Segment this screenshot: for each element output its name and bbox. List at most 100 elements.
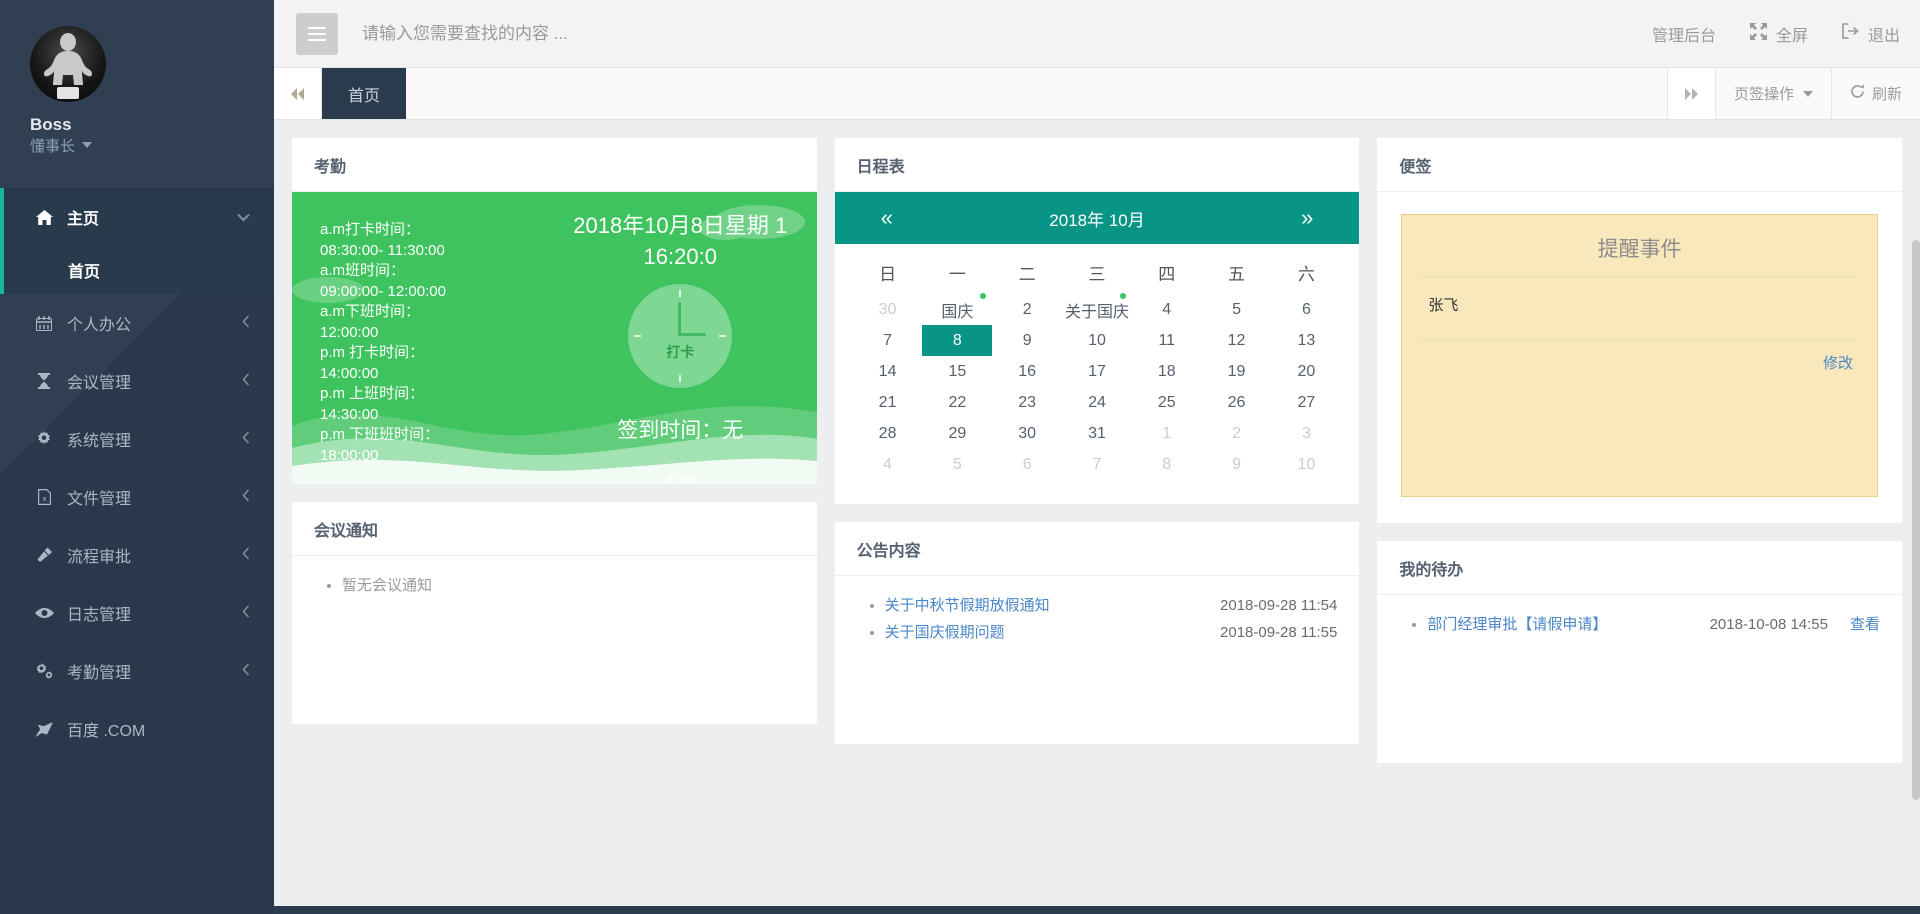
calendar-day-cell[interactable]: 20 <box>1271 356 1341 387</box>
calendar-day-cell[interactable]: 15 <box>922 356 992 387</box>
calendar-day-cell[interactable]: 22 <box>922 387 992 418</box>
calendar-day-cell[interactable]: 关于国庆 <box>1062 293 1132 325</box>
calendar-day-label: 3 <box>1301 424 1311 442</box>
calendar-day-cell[interactable]: 9 <box>992 325 1062 356</box>
calendar-day-cell[interactable]: 6 <box>992 449 1062 480</box>
page-scrollbar-thumb[interactable] <box>1912 240 1920 800</box>
calendar-day-cell[interactable]: 26 <box>1202 387 1272 418</box>
search-input[interactable] <box>362 23 1652 44</box>
calendar-day-cell[interactable]: 4 <box>853 449 923 480</box>
calendar-day-cell[interactable]: 14 <box>853 356 923 387</box>
calendar-day-label: 9 <box>1022 331 1032 349</box>
sidebar-item-process-approval[interactable]: 流程审批 <box>0 526 274 584</box>
sidebar-item-attendance-mgmt-row[interactable]: 考勤管理 <box>0 642 274 700</box>
tab-index[interactable]: 首页 <box>322 68 407 119</box>
calendar-day-cell[interactable]: 2 <box>1202 418 1272 449</box>
calendar-day-label: 19 <box>1227 362 1246 380</box>
announcement-link[interactable]: 关于国庆假期问题 <box>885 619 1005 646</box>
calendar-day-cell[interactable]: 3 <box>1271 418 1341 449</box>
calendar-day-cell[interactable]: 国庆 <box>922 293 992 325</box>
calendar-table: 日 一 二 三 四 五 六 30 国庆 2 关于国庆 4 5 6 7 8 9 1… <box>853 250 1342 480</box>
calendar-day-cell[interactable]: 2 <box>992 294 1062 325</box>
calendar-day-cell[interactable]: 1 <box>1132 418 1202 449</box>
punch-clock-button[interactable]: 打卡 <box>628 284 733 388</box>
calendar-day-cell[interactable]: 7 <box>1062 449 1132 480</box>
sidebar-subitem-index[interactable]: 首页 <box>4 246 274 294</box>
calendar-day-cell[interactable]: 17 <box>1062 356 1132 387</box>
calendar-day-cell[interactable]: 31 <box>1062 418 1132 449</box>
sidebar-item-home[interactable]: 主页 首页 <box>0 188 274 294</box>
calendar-day-cell[interactable]: 10 <box>1271 449 1341 480</box>
calendar-day-cell[interactable]: 24 <box>1062 387 1132 418</box>
tab-operations-dropdown[interactable]: 页签操作 <box>1714 68 1831 119</box>
calendar-day-cell[interactable]: 5 <box>1202 294 1272 325</box>
calendar-day-cell[interactable]: 12 <box>1202 325 1272 356</box>
calendar-day-cell[interactable]: 7 <box>853 325 923 356</box>
calendar-day-label: 23 <box>1018 393 1037 411</box>
double-chevron-right-icon[interactable] <box>1666 68 1715 119</box>
calendar-day-cell[interactable]: 10 <box>1062 325 1132 356</box>
sidebar-item-baidu-row[interactable]: 百度 .COM <box>0 700 274 758</box>
calendar-day-label: 关于国庆 <box>1062 293 1132 325</box>
calendar-day-cell[interactable]: 4 <box>1132 294 1202 325</box>
sidebar-item-process-approval-row[interactable]: 流程审批 <box>0 526 274 584</box>
calendar-day-cell[interactable]: 8 <box>922 325 993 356</box>
calendar-day-cell[interactable]: 19 <box>1202 356 1272 387</box>
calendar-rows: 30 国庆 2 关于国庆 4 5 6 7 8 9 10 11 12 13 14 15 16 17 18 19 20 21 2… <box>853 293 1342 480</box>
calendar-day-label: 26 <box>1227 393 1246 411</box>
sidebar-item-file-mgmt[interactable]: x 文件管理 <box>0 468 274 526</box>
calendar-day-cell[interactable]: 23 <box>992 387 1062 418</box>
calendar-day-cell[interactable]: 25 <box>1132 387 1202 418</box>
admin-console-link[interactable]: 管理后台 <box>1652 22 1716 46</box>
calendar-day-label: 15 <box>948 362 967 380</box>
calendar-day-cell[interactable]: 16 <box>992 356 1062 387</box>
calendar-day-cell[interactable]: 11 <box>1132 325 1202 356</box>
fullscreen-button[interactable]: 全屏 <box>1749 22 1808 46</box>
calendar-day-cell[interactable]: 29 <box>922 418 992 449</box>
todo-view-link[interactable]: 查看 <box>1850 611 1880 638</box>
announcement-date: 2018-09-28 11:55 <box>1220 624 1338 641</box>
clock-tick <box>679 375 682 382</box>
hamburger-icon[interactable] <box>296 12 338 55</box>
calendar-day-cell[interactable]: 8 <box>1132 449 1202 480</box>
calendar-next-button[interactable]: » <box>1301 207 1313 229</box>
sidebar-item-log-mgmt[interactable]: 日志管理 <box>0 584 274 642</box>
sidebar-item-attendance-mgmt[interactable]: 考勤管理 <box>0 642 274 700</box>
calendar-week-row: 4 5 6 7 8 9 10 <box>853 449 1342 480</box>
todo-link[interactable]: 部门经理审批【请假申请】 <box>1427 611 1607 638</box>
sidebar-item-meeting-mgmt[interactable]: 会议管理 <box>0 352 274 410</box>
calendar-day-cell[interactable]: 28 <box>853 418 923 449</box>
refresh-button[interactable]: 刷新 <box>1830 68 1920 119</box>
logout-button[interactable]: 退出 <box>1842 22 1900 46</box>
calendar-day-cell[interactable]: 27 <box>1271 387 1341 418</box>
announcement-link[interactable]: 关于中秋节假期放假通知 <box>885 592 1050 619</box>
chevron-left-icon <box>242 605 250 621</box>
calendar-day-cell[interactable]: 18 <box>1132 356 1202 387</box>
edit-note-link[interactable]: 修改 <box>1823 355 1853 372</box>
sidebar-item-file-mgmt-row[interactable]: x 文件管理 <box>0 468 274 526</box>
calendar-day-cell[interactable]: 9 <box>1202 449 1272 480</box>
calendar-day-cell[interactable]: 21 <box>853 387 923 418</box>
sidebar-item-system-mgmt-row[interactable]: 系统管理 <box>0 410 274 468</box>
calendar-prev-button[interactable]: « <box>881 207 893 229</box>
sidebar-item-baidu[interactable]: 百度 .COM <box>0 700 274 758</box>
dashboard-content: 考勤 a.m打卡时间： 08:30:00- 11:30:00 a.m班时间： 0… <box>274 120 1920 914</box>
sidebar-item-meeting-mgmt-row[interactable]: 会议管理 <box>0 352 274 410</box>
double-chevron-left-icon[interactable] <box>274 68 322 119</box>
sidebar-item-home-row[interactable]: 主页 <box>4 188 274 246</box>
sidebar-item-personal-office[interactable]: 个人办公 <box>0 294 274 352</box>
calendar-day-cell[interactable]: 5 <box>922 449 992 480</box>
calendar-day-label: 2 <box>1232 424 1241 442</box>
calendar-day-cell[interactable]: 6 <box>1271 294 1341 325</box>
notes-card-head: 便签 <box>1377 138 1903 192</box>
calendar-day-cell[interactable]: 13 <box>1271 325 1341 356</box>
sidebar-item-personal-office-row[interactable]: 个人办公 <box>0 294 274 352</box>
sidebar-item-log-mgmt-row[interactable]: 日志管理 <box>0 584 274 642</box>
calendar-day-cell[interactable]: 30 <box>853 294 923 325</box>
calendar-day-cell[interactable]: 30 <box>992 418 1062 449</box>
page-scrollbar[interactable] <box>1912 240 1920 914</box>
caret-down-icon <box>82 142 93 148</box>
profile-role[interactable]: 懂事长 <box>30 136 274 158</box>
sidebar-item-system-mgmt[interactable]: 系统管理 <box>0 410 274 468</box>
avatar[interactable] <box>30 26 106 102</box>
